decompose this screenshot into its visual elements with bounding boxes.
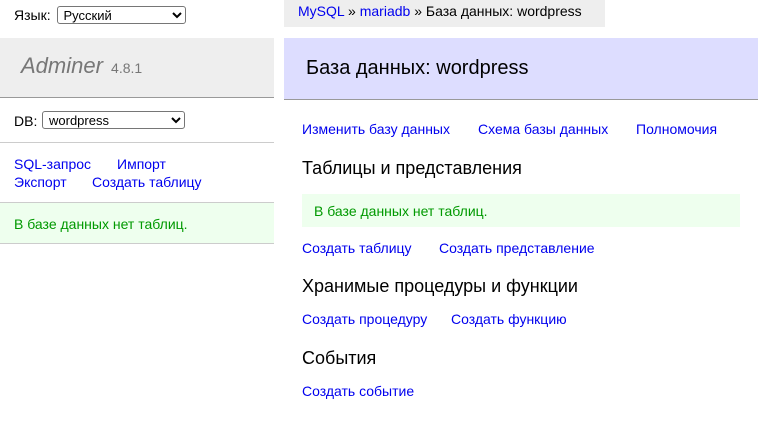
logo-header: Adminer 4.8.1 [0,38,274,98]
create-view-link[interactable]: Создать представление [439,240,595,256]
sql-command-link[interactable]: SQL-запрос [14,156,91,172]
db-selector: DB: wordpress [0,98,274,143]
page-title: База данных: wordpress [306,57,529,79]
sidebar: Язык: Русский Adminer 4.8.1 DB: wordpres… [0,0,274,426]
tables-heading: Таблицы и представления [302,158,522,178]
breadcrumb-separator: » [348,3,356,19]
breadcrumb-separator: » [414,3,423,19]
sidebar-message-text: В базе данных нет таблиц. [14,216,188,232]
breadcrumb: MySQL » mariadb » База данных: wordpress [284,0,605,27]
db-label: DB: [14,113,38,129]
routines-heading: Хранимые процедуры и функции [302,276,578,296]
sidebar-create-table-link[interactable]: Создать таблицу [92,174,202,190]
adminer-logo[interactable]: Adminer 4.8.1 [21,53,142,81]
language-label: Язык: [14,7,51,23]
export-link[interactable]: Экспорт [14,174,67,190]
no-tables-message-text: В базе данных нет таблиц. [314,203,488,219]
create-event-link[interactable]: Создать событие [302,383,414,399]
import-link[interactable]: Импорт [117,156,166,172]
language-select[interactable]: Русский [56,6,186,24]
language-selector: Язык: Русский [14,6,186,24]
no-tables-message: В базе данных нет таблиц. [302,194,740,227]
sidebar-links: SQL-запрос Импорт Экспорт Создать таблиц… [0,143,274,203]
events-heading: События [302,348,377,368]
sidebar-no-tables-message: В базе данных нет таблиц. [0,203,274,244]
create-function-link[interactable]: Создать функцию [451,311,567,327]
alter-database-link[interactable]: Изменить базу данных [302,121,450,137]
page-header: База данных: wordpress [284,38,758,100]
database-schema-link[interactable]: Схема базы данных [478,121,608,137]
version-label: 4.8.1 [111,60,143,76]
logo-name[interactable]: Adminer [21,53,103,78]
breadcrumb-server-link[interactable]: mariadb [360,3,411,19]
breadcrumb-driver-link[interactable]: MySQL [298,3,344,19]
privileges-link[interactable]: Полномочия [636,121,717,137]
breadcrumb-current: База данных: wordpress [425,3,582,19]
create-table-link[interactable]: Создать таблицу [302,240,412,256]
db-select[interactable]: wordpress [42,111,185,129]
create-procedure-link[interactable]: Создать процедуру [302,311,427,327]
